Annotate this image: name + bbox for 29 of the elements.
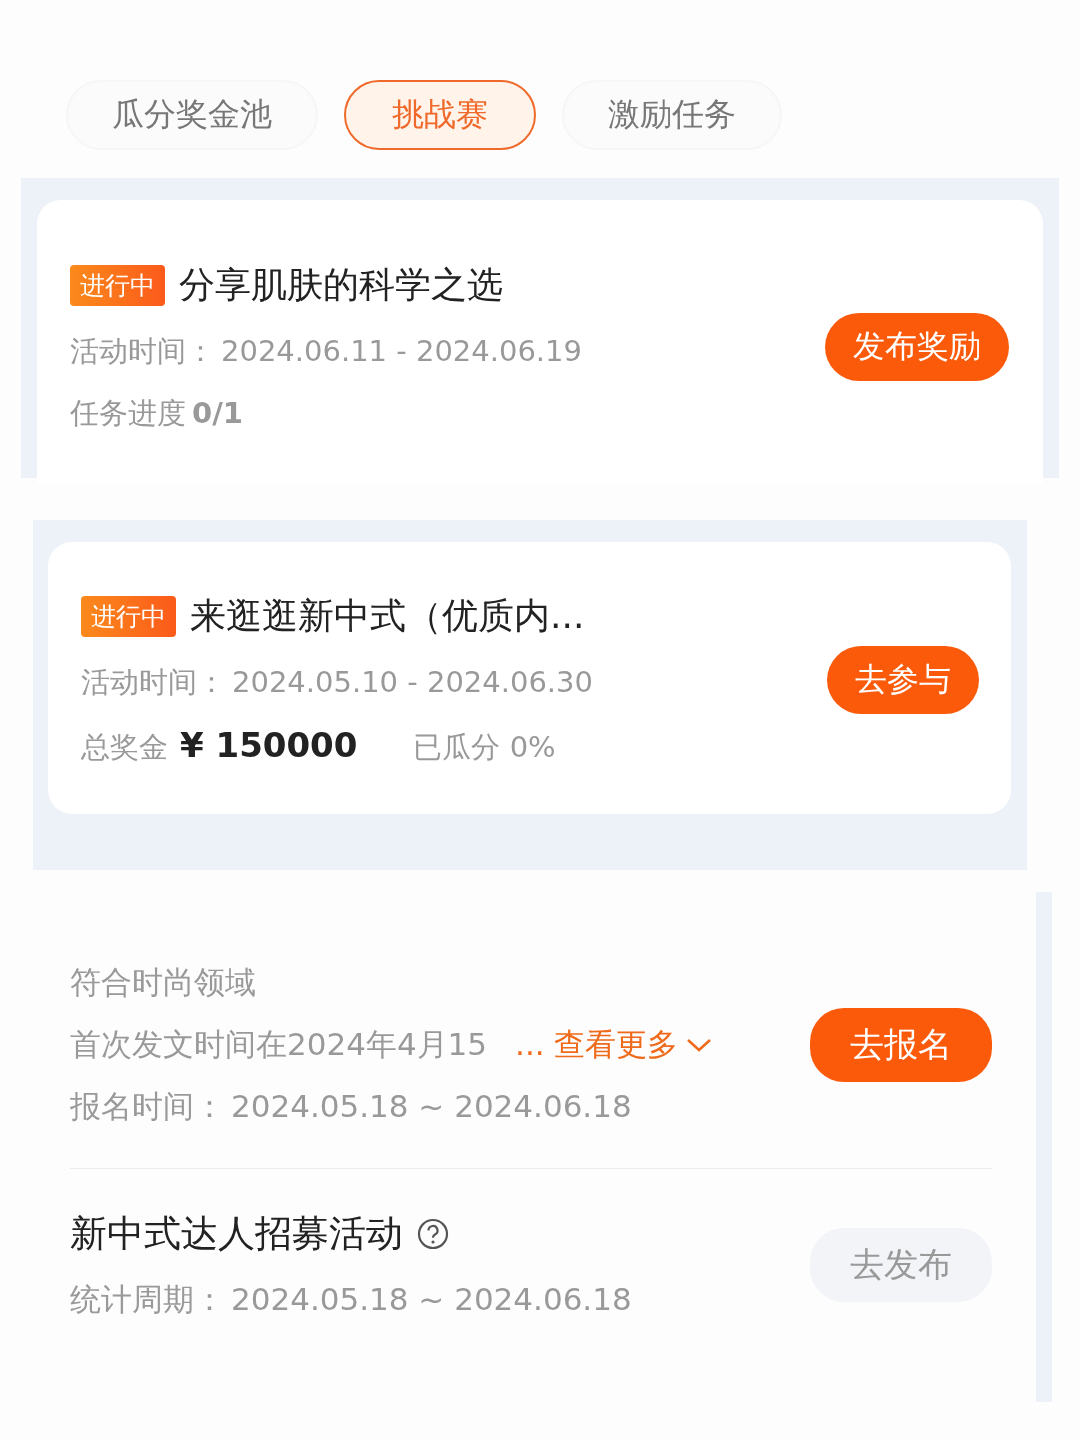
progress-value: 0/1 bbox=[192, 395, 243, 430]
tab[interactable]: 挑战赛 bbox=[344, 80, 536, 150]
period-text: 2024.06.11 - 2024.06.19 bbox=[221, 333, 582, 368]
progress-label: 任务进度 bbox=[70, 394, 186, 432]
period-label: 统计周期： bbox=[70, 1280, 225, 1319]
period-text: 2024.05.18 ~ 2024.06.18 bbox=[231, 1088, 632, 1124]
prize-label: 总奖金 bbox=[81, 729, 168, 766]
see-more-link[interactable]: ... 查看更多 bbox=[515, 1024, 679, 1066]
shared-percent: 已瓜分 0% bbox=[413, 729, 556, 766]
period-text: 2024.05.18 ~ 2024.06.18 bbox=[231, 1281, 632, 1317]
prize-amount: ¥ 150000 bbox=[180, 725, 358, 765]
status-badge: 进行中 bbox=[81, 596, 176, 637]
task-title: 新中式达人招募活动 bbox=[70, 1211, 403, 1257]
tab[interactable]: 激励任务 bbox=[562, 80, 782, 150]
requirement-text: 首次发文时间在2024年4月15 bbox=[70, 1025, 488, 1064]
tab[interactable]: 瓜分奖金池 bbox=[66, 80, 318, 150]
challenge-title: 分享肌肤的科学之选 bbox=[179, 262, 503, 307]
status-badge: 进行中 bbox=[70, 264, 165, 306]
period-label: 报名时间： bbox=[70, 1087, 225, 1126]
challenge-title: 来逛逛新中式（优质内... bbox=[190, 594, 585, 638]
requirement-text: 符合时尚领域 bbox=[70, 963, 257, 1002]
period-text: 2024.05.10 - 2024.06.30 bbox=[232, 665, 593, 699]
action-button[interactable]: 去参与 bbox=[827, 646, 979, 714]
action-button[interactable]: 发布奖励 bbox=[825, 313, 1009, 381]
chevron-down-icon bbox=[686, 1037, 713, 1053]
period-label: 活动时间： bbox=[70, 332, 215, 370]
help-icon[interactable] bbox=[417, 1218, 449, 1250]
period-label: 活动时间： bbox=[81, 664, 226, 701]
action-button[interactable]: 去报名 bbox=[810, 1008, 992, 1082]
